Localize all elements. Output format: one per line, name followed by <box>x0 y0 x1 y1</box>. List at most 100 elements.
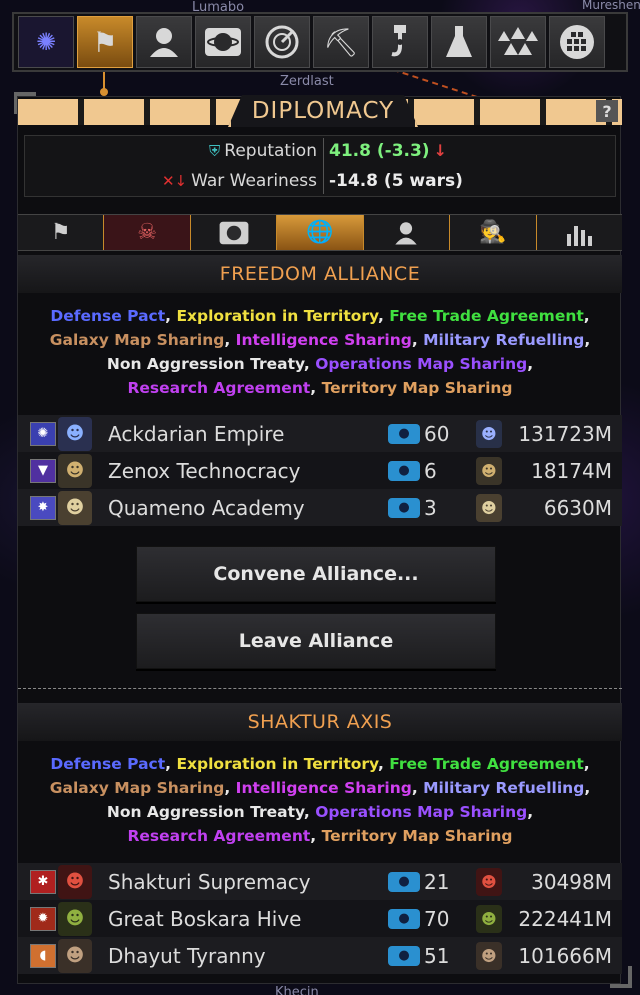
reputation-label-cell: ⛨ Reputation <box>25 141 323 161</box>
treaty: Territory Map Sharing <box>321 827 513 845</box>
planet-count: 60 <box>424 421 450 446</box>
fleet-button[interactable] <box>490 16 546 68</box>
treaty-list: Defense Pact, Exploration in Territory, … <box>49 307 591 397</box>
population-icon: ☻ <box>476 456 502 485</box>
population-value: 101666M <box>518 943 612 968</box>
treaty: Exploration in Territory <box>176 307 378 325</box>
hook-icon <box>391 25 406 57</box>
reputation-row: ⛨ Reputation 41.8 (-3.3) ↓ <box>25 136 615 166</box>
tab-espionage[interactable]: 🕵 <box>450 215 537 250</box>
crossed-flags-icon: ⚑ <box>50 220 71 245</box>
alliance-emblem-icon: ✺ <box>35 28 57 56</box>
tab-planets[interactable] <box>191 215 278 250</box>
diplomacy-panel: DIPLOMACY ? ⛨ Reputation 41.8 (-3.3) ↓ ✕↓ W… <box>17 95 622 984</box>
research-button[interactable] <box>431 16 487 68</box>
section-divider <box>18 688 622 689</box>
treaty: Operations Map Sharing <box>315 803 528 821</box>
overview-button[interactable] <box>549 16 605 68</box>
treaty: Galaxy Map Sharing <box>49 331 225 349</box>
population-value: 6630M <box>543 495 612 520</box>
avatar: ☻ <box>58 864 92 899</box>
hive-emblem-icon: ✹ <box>30 906 56 931</box>
treaty: Territory Map Sharing <box>321 379 513 397</box>
alliance-emblem-icon: ✺ <box>30 421 56 446</box>
population-value: 30498M <box>531 869 612 894</box>
spy-icon: 🕵 <box>479 220 507 245</box>
empire-name: Ackdarian Empire <box>108 421 285 446</box>
empire-emblem-button[interactable]: ✺ <box>18 16 74 68</box>
treaty-list: Defense Pact, Exploration in Territory, … <box>49 755 591 845</box>
claw-emblem-icon: ✱ <box>30 869 56 894</box>
treaty: Military Refuelling <box>423 331 585 349</box>
treaty: Operations Map Sharing <box>315 355 528 373</box>
reputation-value-cell: 41.8 (-3.3) ↓ <box>323 141 447 161</box>
panel-title: DIPLOMACY <box>228 95 418 127</box>
mining-button[interactable]: ⛏ <box>313 16 369 68</box>
alliance-globe-icon: 🌐 <box>306 220 334 245</box>
list-item[interactable]: ✺ ☻ Ackdarian Empire ● 60 ☻ 131723M <box>18 415 622 452</box>
treaty: Free Trade Agreement <box>389 307 584 325</box>
planet-count: 21 <box>424 869 450 894</box>
treaty: Military Refuelling <box>423 779 585 797</box>
planets-button[interactable] <box>195 16 251 68</box>
map-label-zerdlast: Zerdlast <box>280 74 334 89</box>
treaty: Research Agreement <box>127 379 311 397</box>
population-icon: ☻ <box>476 419 502 448</box>
member-list: ✺ ☻ Ackdarian Empire ● 60 ☻ 131723M ▼ ☻ … <box>18 415 622 526</box>
treaty: Defense Pact <box>50 307 166 325</box>
population-icon: ☻ <box>476 493 502 522</box>
treaty: Non Aggression Treaty <box>106 803 304 821</box>
list-item[interactable]: ✱ ☻ Shakturi Supremacy ● 21 ☻ 30498M <box>18 863 622 900</box>
tab-relations[interactable]: ⚑ <box>18 215 105 250</box>
avatar: ☻ <box>58 490 92 525</box>
treaty: Intelligence Sharing <box>235 331 412 349</box>
person-icon <box>150 28 178 57</box>
planet-icon <box>205 28 241 56</box>
war-weariness-label-cell: ✕↓ War Weariness <box>25 171 323 191</box>
diplomacy-stats: ⛨ Reputation 41.8 (-3.3) ↓ ✕↓ War Weariness… <box>24 135 616 197</box>
population-value: 131723M <box>518 421 612 446</box>
avatar: ☻ <box>58 416 92 451</box>
convene-alliance-button[interactable]: Convene Alliance... <box>136 546 496 602</box>
list-item[interactable]: ✹ ☻ Great Boskara Hive ● 70 ☻ 222441M <box>18 900 622 937</box>
planet-icon: ● <box>388 497 420 518</box>
list-item[interactable]: ◖ ☻ Dhayut Tyranny ● 51 ☻ 101666M <box>18 937 622 974</box>
population-value: 18174M <box>531 458 612 483</box>
planet-icon: ● <box>388 945 420 966</box>
pickaxe-icon: ⛏ <box>323 25 359 59</box>
tab-statistics[interactable] <box>537 215 622 250</box>
planet-count: 51 <box>424 943 450 968</box>
war-weariness-row: ✕↓ War Weariness -14.8 (5 wars) <box>25 166 615 196</box>
avatar: ☻ <box>58 901 92 936</box>
list-item[interactable]: ✸ ☻ Quameno Academy ● 3 ☻ 6630M <box>18 489 622 526</box>
planet-icon <box>219 221 248 244</box>
list-item[interactable]: ▼ ☻ Zenox Technocracy ● 6 ☻ 18174M <box>18 452 622 489</box>
trend-down-icon: ↓ <box>433 141 447 160</box>
leader-button[interactable] <box>136 16 192 68</box>
tab-alliances[interactable]: 🌐 <box>277 215 364 250</box>
reputation-value: 41.8 (-3.3) <box>329 141 430 161</box>
treaty: Intelligence Sharing <box>235 779 412 797</box>
war-weariness-label: War Weariness <box>191 171 317 191</box>
population-icon: ☻ <box>476 867 502 896</box>
planet-icon: ● <box>388 460 420 481</box>
person-icon <box>395 221 418 244</box>
diplomacy-button[interactable]: ⚑ <box>77 16 133 68</box>
planet-count: 3 <box>424 495 437 520</box>
map-label-mureshen: Mureshen <box>582 0 640 12</box>
empire-name: Zenox Technocracy <box>108 458 301 483</box>
empire-name: Dhayut Tyranny <box>108 943 266 968</box>
radar-button[interactable] <box>254 16 310 68</box>
construction-button[interactable] <box>372 16 428 68</box>
grid-icon <box>560 25 594 59</box>
tab-war[interactable]: ☠ <box>104 215 191 250</box>
empire-name: Shakturi Supremacy <box>108 869 311 894</box>
radar-icon <box>265 25 299 59</box>
leave-alliance-button[interactable]: Leave Alliance <box>136 613 496 669</box>
population-value: 222441M <box>518 906 612 931</box>
treaty: Exploration in Territory <box>176 755 378 773</box>
tab-leaders[interactable] <box>364 215 451 250</box>
main-toolbar: ✺ ⚑ ⛏ <box>12 12 628 72</box>
planet-count: 6 <box>424 458 437 483</box>
help-button[interactable]: ? <box>596 100 618 122</box>
